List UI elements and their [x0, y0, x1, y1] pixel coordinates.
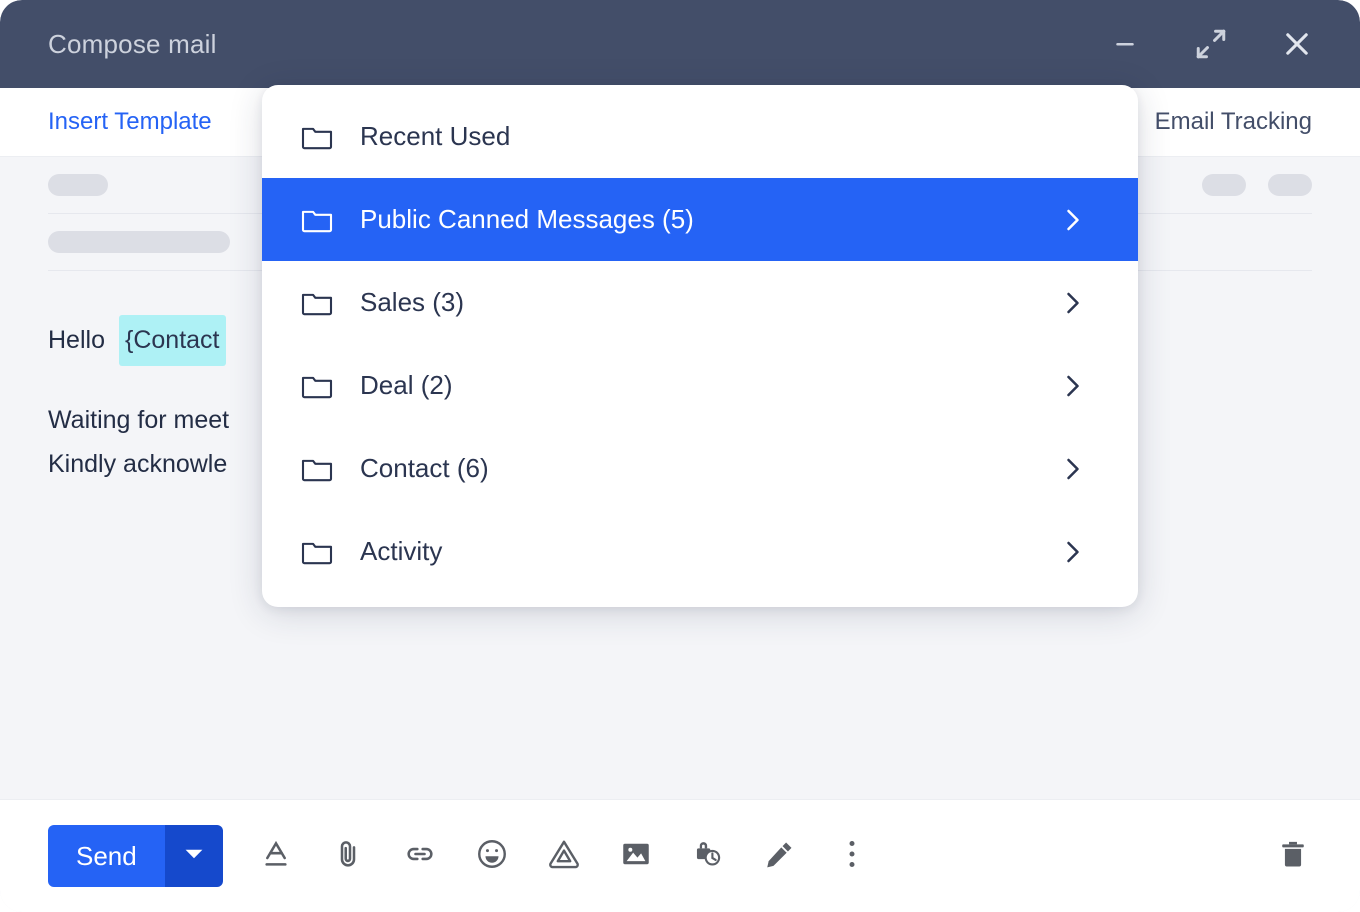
template-folder-menu: Recent Used Public Canned Messages (5) S… [262, 85, 1138, 607]
confidential-mode-icon [691, 837, 725, 876]
folder-icon [300, 537, 336, 567]
expand-button[interactable] [1190, 23, 1232, 65]
menu-item-deal[interactable]: Deal (2) [262, 344, 1138, 427]
chevron-right-icon [1062, 537, 1084, 567]
folder-icon [300, 371, 336, 401]
folder-icon [300, 122, 336, 152]
attach-file-button[interactable] [325, 833, 371, 879]
insert-link-icon [404, 838, 436, 875]
caret-down-icon [184, 847, 204, 866]
send-button-group[interactable]: Send [48, 825, 223, 887]
send-button[interactable]: Send [48, 825, 165, 887]
bcc-button-placeholder[interactable] [1268, 174, 1312, 196]
menu-item-label: Recent Used [360, 121, 510, 152]
google-drive-button[interactable] [541, 833, 587, 879]
folder-icon [300, 288, 336, 318]
insert-image-icon [619, 837, 653, 876]
menu-item-label: Public Canned Messages (5) [360, 204, 694, 235]
subject-field-placeholder [48, 231, 230, 253]
folder-icon [300, 454, 336, 484]
window-title: Compose mail [48, 29, 217, 60]
send-options-button[interactable] [165, 825, 223, 887]
emoji-button[interactable] [469, 833, 515, 879]
more-options-button[interactable] [829, 833, 875, 879]
expand-icon [1194, 27, 1228, 61]
chevron-right-icon [1062, 205, 1084, 235]
menu-item-activity[interactable]: Activity [262, 510, 1138, 593]
menu-item-label: Activity [360, 536, 442, 567]
discard-draft-button[interactable] [1270, 833, 1316, 879]
format-text-button[interactable] [253, 833, 299, 879]
menu-item-label: Deal (2) [360, 370, 452, 401]
cc-bcc-group [1202, 174, 1312, 196]
menu-item-contact[interactable]: Contact (6) [262, 427, 1138, 510]
menu-item-recent-used[interactable]: Recent Used [262, 95, 1138, 178]
confidential-mode-button[interactable] [685, 833, 731, 879]
google-drive-icon [547, 837, 581, 876]
compose-footer-toolbar: Send [0, 799, 1360, 912]
merge-field-token: {Contact [119, 315, 226, 366]
window-titlebar: Compose mail [0, 0, 1360, 88]
to-field-placeholder [48, 174, 108, 196]
chevron-right-icon [1062, 454, 1084, 484]
attach-file-icon [332, 838, 364, 875]
close-button[interactable] [1276, 23, 1318, 65]
signature-button[interactable] [757, 833, 803, 879]
greeting-text: Hello [48, 318, 105, 363]
formatting-tools [253, 833, 875, 879]
window-controls [1104, 23, 1318, 65]
cc-button-placeholder[interactable] [1202, 174, 1246, 196]
folder-icon [300, 205, 336, 235]
menu-item-public-canned-messages[interactable]: Public Canned Messages (5) [262, 178, 1138, 261]
menu-item-label: Contact (6) [360, 453, 489, 484]
chevron-right-icon [1062, 288, 1084, 318]
email-tracking-button[interactable]: Email Tracking [1155, 108, 1312, 136]
minimize-button[interactable] [1104, 23, 1146, 65]
more-options-icon [838, 837, 866, 876]
insert-image-button[interactable] [613, 833, 659, 879]
compose-mail-window: Compose mail [0, 0, 1360, 912]
minimize-icon [1110, 29, 1140, 59]
chevron-right-icon [1062, 371, 1084, 401]
format-text-icon [260, 838, 292, 875]
menu-item-label: Sales (3) [360, 287, 464, 318]
insert-template-button[interactable]: Insert Template [48, 108, 212, 136]
trash-icon [1276, 837, 1310, 876]
close-icon [1280, 27, 1314, 61]
emoji-icon [475, 837, 509, 876]
menu-item-sales[interactable]: Sales (3) [262, 261, 1138, 344]
insert-link-button[interactable] [397, 833, 443, 879]
signature-icon [763, 837, 797, 876]
